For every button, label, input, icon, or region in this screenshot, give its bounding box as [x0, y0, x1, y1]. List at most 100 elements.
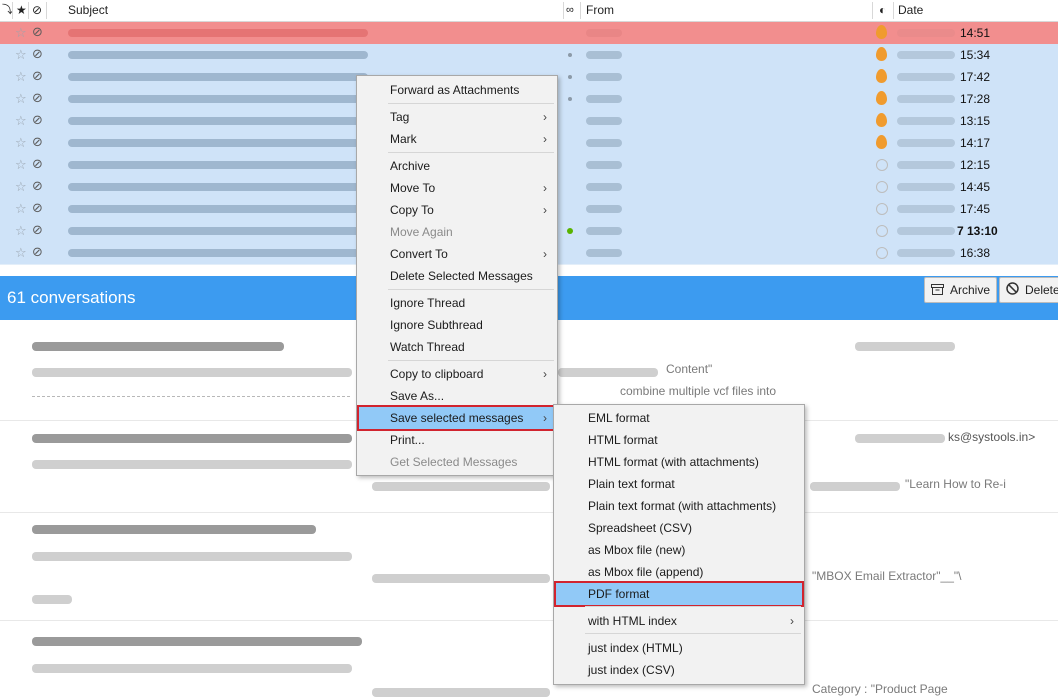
star-icon[interactable]: ☆: [15, 113, 27, 129]
menu-separator: [388, 103, 554, 104]
attachment-icon: ⊘: [32, 46, 43, 61]
unread-status-icon[interactable]: [567, 228, 573, 234]
star-icon[interactable]: ☆: [15, 201, 27, 217]
save-submenu-item-label: HTML format: [588, 433, 658, 447]
context-menu-item-label: Mark: [390, 132, 417, 146]
save-submenu-item[interactable]: as Mbox file (append): [556, 561, 802, 583]
star-icon[interactable]: ☆: [15, 69, 27, 85]
message-subject: [68, 227, 368, 235]
context-menu-item[interactable]: Tag ›: [359, 106, 555, 128]
context-menu-item[interactable]: Ignore Thread: [359, 292, 555, 314]
message-sender: [586, 227, 622, 235]
message-date: [897, 139, 955, 147]
star-icon[interactable]: ☆: [15, 245, 27, 261]
context-menu-item-label: Copy to clipboard: [390, 367, 484, 381]
preview-snippet: [372, 482, 550, 491]
context-menu-item[interactable]: Save As...: [359, 385, 555, 407]
save-submenu-item-label: just index (CSV): [588, 663, 675, 677]
message-row[interactable]: ☆ ⊘ 14:51: [0, 22, 1058, 45]
context-menu-item[interactable]: Copy To ›: [359, 199, 555, 221]
context-menu-item[interactable]: Convert To ›: [359, 243, 555, 265]
save-submenu-item[interactable]: Plain text format: [556, 473, 802, 495]
preview-fragment: Category : "Product Page: [812, 682, 948, 696]
priority-column-icon[interactable]: ◐: [879, 0, 886, 21]
attachment-icon: ⊘: [32, 24, 43, 39]
context-menu-item[interactable]: Print...: [359, 429, 555, 451]
preview-snippet: [32, 595, 72, 604]
read-status-column-icon[interactable]: ∞: [566, 0, 574, 21]
preview-snippet: [32, 664, 352, 673]
context-menu-item[interactable]: Mark ›: [359, 128, 555, 150]
context-menu-item[interactable]: Archive: [359, 155, 555, 177]
star-icon[interactable]: ☆: [15, 91, 27, 107]
message-sender: [586, 139, 622, 147]
context-menu-item-label: Get Selected Messages: [390, 455, 518, 469]
context-menu-item[interactable]: Ignore Subthread: [359, 314, 555, 336]
preview-snippet: [558, 368, 658, 377]
submenu-arrow-icon: ›: [543, 110, 547, 124]
save-submenu-item[interactable]: Spreadsheet (CSV): [556, 517, 802, 539]
message-sender: [586, 73, 622, 81]
read-status-icon[interactable]: [568, 97, 572, 101]
menu-separator: [388, 289, 554, 290]
context-menu-item[interactable]: Watch Thread: [359, 336, 555, 358]
star-icon[interactable]: ☆: [15, 179, 27, 195]
save-submenu-item[interactable]: HTML format: [556, 429, 802, 451]
archive-button-label: Archive: [950, 283, 991, 297]
star-icon[interactable]: ☆: [15, 25, 27, 41]
read-status-icon[interactable]: [568, 53, 572, 57]
context-menu-item[interactable]: Copy to clipboard ›: [359, 363, 555, 385]
delete-button[interactable]: Delete: [999, 277, 1058, 303]
star-icon[interactable]: ☆: [15, 135, 27, 151]
preview-snippet: [810, 482, 900, 491]
star-icon[interactable]: ☆: [15, 223, 27, 239]
attachment-icon: ⊘: [32, 134, 43, 149]
message-subject: [68, 117, 368, 125]
context-menu-item-label: Save As...: [390, 389, 445, 403]
preview-fragment: "MBOX Email Extractor"__"\: [812, 569, 962, 583]
context-menu-item-label: Move To: [390, 181, 436, 195]
save-submenu-item[interactable]: just index (HTML): [556, 637, 802, 659]
message-time: 7 13:10: [957, 224, 998, 238]
context-menu-item[interactable]: Move To ›: [359, 177, 555, 199]
save-submenu-item[interactable]: EML format: [556, 407, 802, 429]
message-sender: [586, 249, 622, 257]
subject-column-header[interactable]: Subject: [68, 0, 108, 21]
context-menu-item-label: Forward as Attachments: [390, 83, 520, 97]
attachment-icon: ⊘: [32, 244, 43, 259]
preview-fragment: ks@systools.in>: [948, 430, 1036, 444]
context-menu-item[interactable]: Forward as Attachments: [359, 79, 555, 101]
date-column-header[interactable]: Date: [898, 0, 923, 21]
message-time: 14:17: [960, 136, 991, 150]
message-time: 15:34: [960, 48, 991, 62]
priority-flame-icon: [876, 47, 887, 61]
star-column-icon[interactable]: ★: [16, 0, 27, 21]
message-time: 14:45: [960, 180, 991, 194]
save-submenu-item[interactable]: HTML format (with attachments): [556, 451, 802, 473]
clock-icon: [876, 159, 888, 171]
save-submenu-item[interactable]: PDF format: [554, 581, 804, 607]
attachment-column-icon[interactable]: ⊘: [32, 0, 42, 21]
read-status-icon[interactable]: [568, 75, 572, 79]
message-sender: [586, 29, 622, 37]
star-icon[interactable]: ☆: [15, 157, 27, 173]
message-date: [897, 73, 955, 81]
context-menu-item[interactable]: Delete Selected Messages: [359, 265, 555, 287]
save-submenu-item[interactable]: Plain text format (with attachments): [556, 495, 802, 517]
message-subject: [68, 95, 368, 103]
clock-icon: [876, 181, 888, 193]
save-submenu-item[interactable]: as Mbox file (new): [556, 539, 802, 561]
priority-flame-icon: [876, 135, 887, 149]
message-date: [897, 227, 955, 235]
message-row[interactable]: ☆ ⊘ 15:34: [0, 44, 1058, 67]
archive-button[interactable]: Archive: [924, 277, 997, 303]
from-column-header[interactable]: From: [586, 0, 614, 21]
save-submenu-item[interactable]: with HTML index ›: [556, 610, 802, 632]
preview-separator: [0, 512, 1058, 513]
save-submenu-item-label: HTML format (with attachments): [588, 455, 759, 469]
context-menu-item[interactable]: Save selected messages ›: [357, 405, 557, 431]
save-submenu-item[interactable]: just index (CSV): [556, 659, 802, 681]
preview-sender: [855, 342, 955, 351]
star-icon[interactable]: ☆: [15, 47, 27, 63]
attachment-icon: ⊘: [32, 90, 43, 105]
